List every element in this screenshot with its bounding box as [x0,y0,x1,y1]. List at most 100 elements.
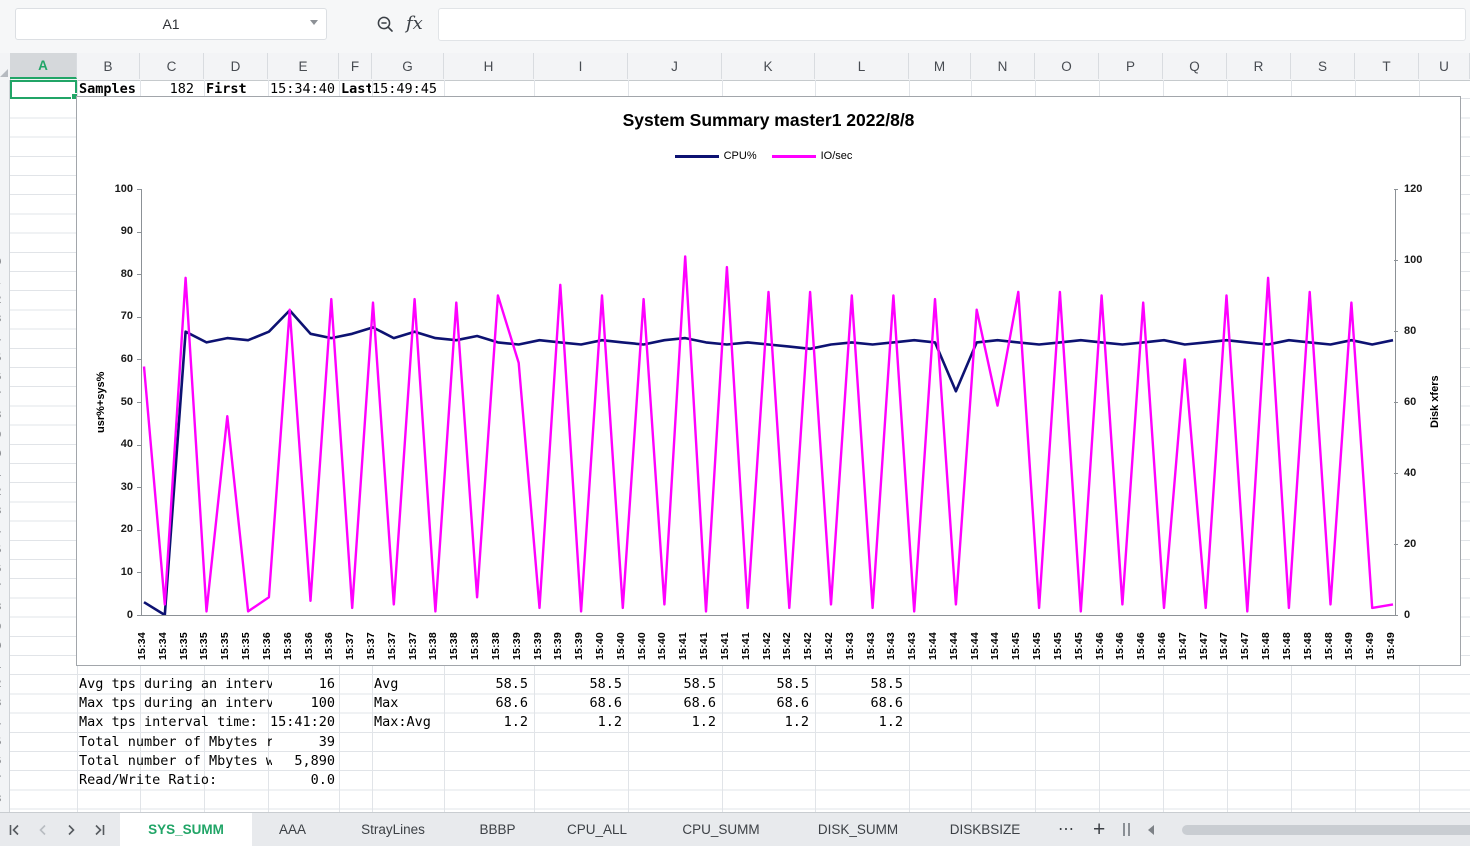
row-number-33[interactable]: 33 [0,694,10,713]
stat-value[interactable]: 5,890 [204,752,338,771]
column-header-Q[interactable]: Q [1163,53,1227,79]
row-number-19[interactable]: 19 [0,426,10,445]
row-number-32[interactable]: 32 [0,675,10,694]
row-number-25[interactable]: 25 [0,541,10,560]
column-header-R[interactable]: R [1227,53,1291,79]
column-header-A[interactable]: A [10,53,77,79]
row-number-34[interactable]: 34 [0,714,10,733]
horizontal-scrollbar[interactable] [1182,824,1470,835]
row-number-8[interactable]: 8 [0,214,10,233]
prev-sheet-icon[interactable] [36,823,50,837]
summary-value[interactable]: 1.2 [725,713,812,732]
row-number-22[interactable]: 22 [0,483,10,502]
summary-value[interactable]: 68.6 [538,694,625,713]
row-number-28[interactable]: 28 [0,598,10,617]
column-header-N[interactable]: N [971,53,1035,79]
summary-value[interactable]: 68.6 [725,694,812,713]
sheet-tab-DISK_SUMM[interactable]: DISK_SUMM [790,813,926,846]
column-header-L[interactable]: L [815,53,909,79]
scroll-left-icon[interactable] [1148,824,1155,835]
column-header-P[interactable]: P [1099,53,1163,79]
row-number-1[interactable]: 1 [0,80,10,99]
column-header-B[interactable]: B [77,53,140,79]
summary-value[interactable]: 1.2 [538,713,625,732]
summary-label[interactable]: Avg [374,675,442,694]
row-number-11[interactable]: 11 [0,272,10,291]
row-number-37[interactable]: 37 [0,771,10,790]
column-header-O[interactable]: O [1035,53,1099,79]
system-summary-chart[interactable]: System Summary master1 2022/8/8 CPU% IO/… [76,96,1461,666]
summary-value[interactable]: 68.6 [444,694,531,713]
row-number-12[interactable]: 12 [0,291,10,310]
name-box-dropdown-icon[interactable] [310,20,318,25]
column-header-H[interactable]: H [444,53,534,79]
column-header-J[interactable]: J [628,53,722,79]
name-box[interactable]: A1 [15,8,327,40]
column-header-C[interactable]: C [140,53,204,79]
summary-label[interactable]: Max [374,694,442,713]
sheet-tab-CPU_ALL[interactable]: CPU_ALL [542,813,652,846]
tab-splitter-icon[interactable] [1123,823,1131,836]
stat-value[interactable]: 39 [204,733,338,752]
row-number-13[interactable]: 13 [0,310,10,329]
stat-value[interactable]: 100 [204,694,338,713]
summary-label[interactable]: Max:Avg [374,713,442,732]
stat-value[interactable]: 0.0 [204,771,338,790]
stat-value[interactable]: 16 [204,675,338,694]
row-number-7[interactable]: 7 [0,195,10,214]
summary-value[interactable]: 1.2 [632,713,719,732]
formula-input[interactable] [438,8,1466,41]
summary-value[interactable]: 68.6 [819,694,906,713]
row-number-26[interactable]: 26 [0,560,10,579]
row-number-18[interactable]: 18 [0,406,10,425]
zoom-out-icon[interactable] [376,15,396,35]
sheet-tab-AAA[interactable]: AAA [252,813,333,846]
row-number-36[interactable]: 36 [0,752,10,771]
stat-value[interactable]: 15:41:20 [204,713,338,732]
summary-value[interactable]: 58.5 [819,675,906,694]
next-sheet-icon[interactable] [64,823,78,837]
summary-value[interactable]: 58.5 [538,675,625,694]
row-number-35[interactable]: 35 [0,733,10,752]
row-number-17[interactable]: 17 [0,387,10,406]
summary-value[interactable]: 58.5 [725,675,812,694]
insert-function-icon[interactable]: fx [406,13,423,34]
column-header-K[interactable]: K [722,53,815,79]
row-number-30[interactable]: 30 [0,637,10,656]
row-number-14[interactable]: 14 [0,330,10,349]
column-header-T[interactable]: T [1355,53,1419,79]
sheet-tab-SYS_SUMM[interactable]: SYS_SUMM [120,813,252,846]
more-sheets-icon[interactable]: ⋯ [1058,821,1075,837]
column-header-M[interactable]: M [909,53,971,79]
column-header-U[interactable]: U [1419,53,1470,79]
summary-value[interactable]: 58.5 [632,675,719,694]
row-number-16[interactable]: 16 [0,368,10,387]
add-sheet-icon[interactable]: + [1093,819,1105,840]
column-header-D[interactable]: D [204,53,268,79]
row-number-23[interactable]: 23 [0,502,10,521]
first-sheet-icon[interactable] [8,823,22,837]
sheet-tab-CPU_SUMM[interactable]: CPU_SUMM [652,813,790,846]
row-number-27[interactable]: 27 [0,579,10,598]
sheet-tab-DISKBSIZE[interactable]: DISKBSIZE [926,813,1044,846]
column-header-G[interactable]: G [372,53,444,79]
column-header-I[interactable]: I [534,53,628,79]
summary-value[interactable]: 58.5 [444,675,531,694]
row-number-4[interactable]: 4 [0,138,10,157]
column-header-S[interactable]: S [1291,53,1355,79]
row-number-3[interactable]: 3 [0,118,10,137]
row-number-38[interactable]: 38 [0,790,10,809]
column-header-F[interactable]: F [339,53,372,79]
summary-value[interactable]: 68.6 [632,694,719,713]
row-number-24[interactable]: 24 [0,522,10,541]
summary-value[interactable]: 1.2 [819,713,906,732]
last-sheet-icon[interactable] [92,823,106,837]
row-number-31[interactable]: 31 [0,656,10,675]
sheet-tab-StrayLines[interactable]: StrayLines [333,813,453,846]
sheet-tab-BBBP[interactable]: BBBP [453,813,542,846]
summary-value[interactable]: 1.2 [444,713,531,732]
row-number-2[interactable]: 2 [0,99,10,118]
row-number-29[interactable]: 29 [0,618,10,637]
row-number-15[interactable]: 15 [0,349,10,368]
row-number-21[interactable]: 21 [0,464,10,483]
